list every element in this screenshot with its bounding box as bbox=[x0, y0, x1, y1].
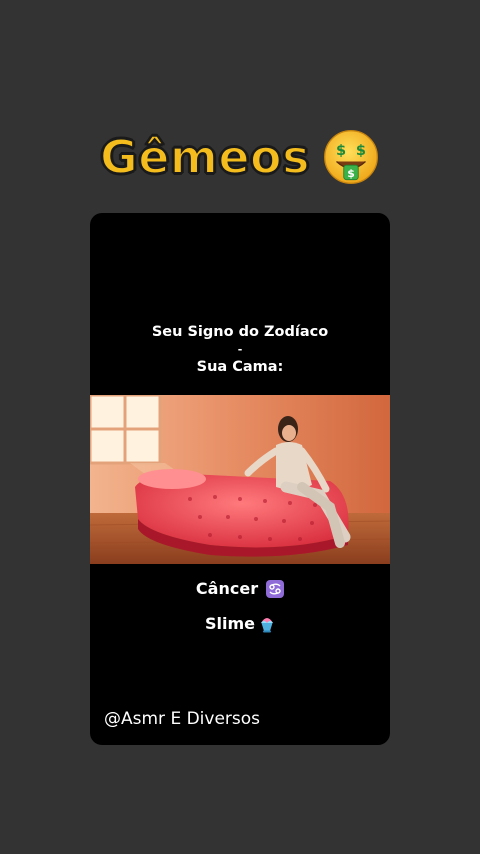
item-label: Slime bbox=[204, 614, 255, 633]
caption-title: Seu Signo do Zodíaco bbox=[151, 324, 329, 340]
cancer-zodiac-icon bbox=[266, 579, 285, 598]
sign-line: Câncer bbox=[90, 579, 390, 598]
channel-handle: @Asmr E Diversos bbox=[104, 709, 261, 729]
headline-title: Gêmeos bbox=[99, 129, 311, 185]
svg-text:$: $ bbox=[347, 167, 355, 180]
caption-separator: - bbox=[237, 343, 243, 356]
bed-photo bbox=[90, 395, 390, 564]
headline: Gêmeos $ $ $ bbox=[0, 128, 480, 186]
svg-text:$: $ bbox=[356, 143, 366, 159]
caption-subtitle: Sua Cama: bbox=[196, 359, 284, 375]
sign-label: Câncer bbox=[195, 579, 259, 598]
item-line: Slime bbox=[90, 614, 390, 633]
shaved-ice-icon bbox=[261, 617, 273, 632]
video-frame: Gêmeos $ $ $ Seu Signo do Zodíaco - Sua … bbox=[0, 0, 480, 854]
video-card: Seu Signo do Zodíaco - Sua Cama: Câncer … bbox=[90, 213, 390, 745]
svg-text:$: $ bbox=[336, 143, 346, 159]
money-mouth-face-icon: $ $ $ bbox=[324, 130, 378, 184]
